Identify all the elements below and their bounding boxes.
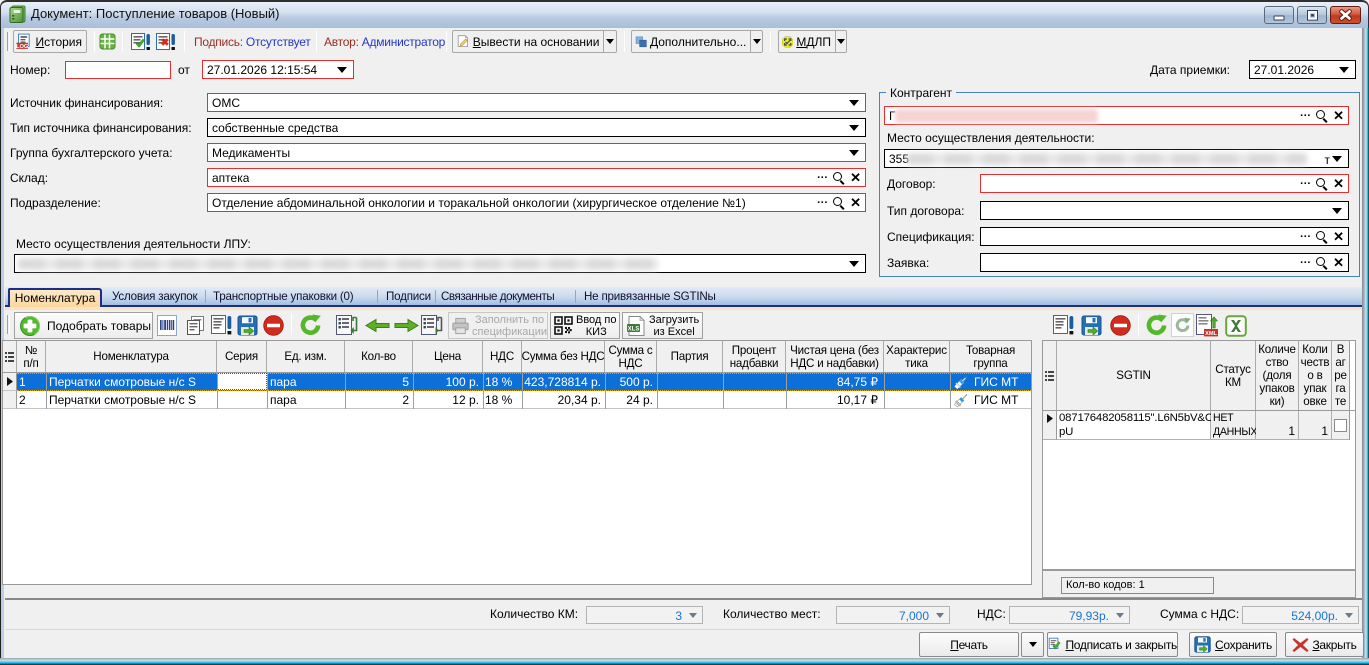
svg-text:XLS: XLS xyxy=(628,326,640,332)
svg-text:LOG: LOG xyxy=(16,44,29,50)
svg-text:XML: XML xyxy=(1205,331,1217,337)
